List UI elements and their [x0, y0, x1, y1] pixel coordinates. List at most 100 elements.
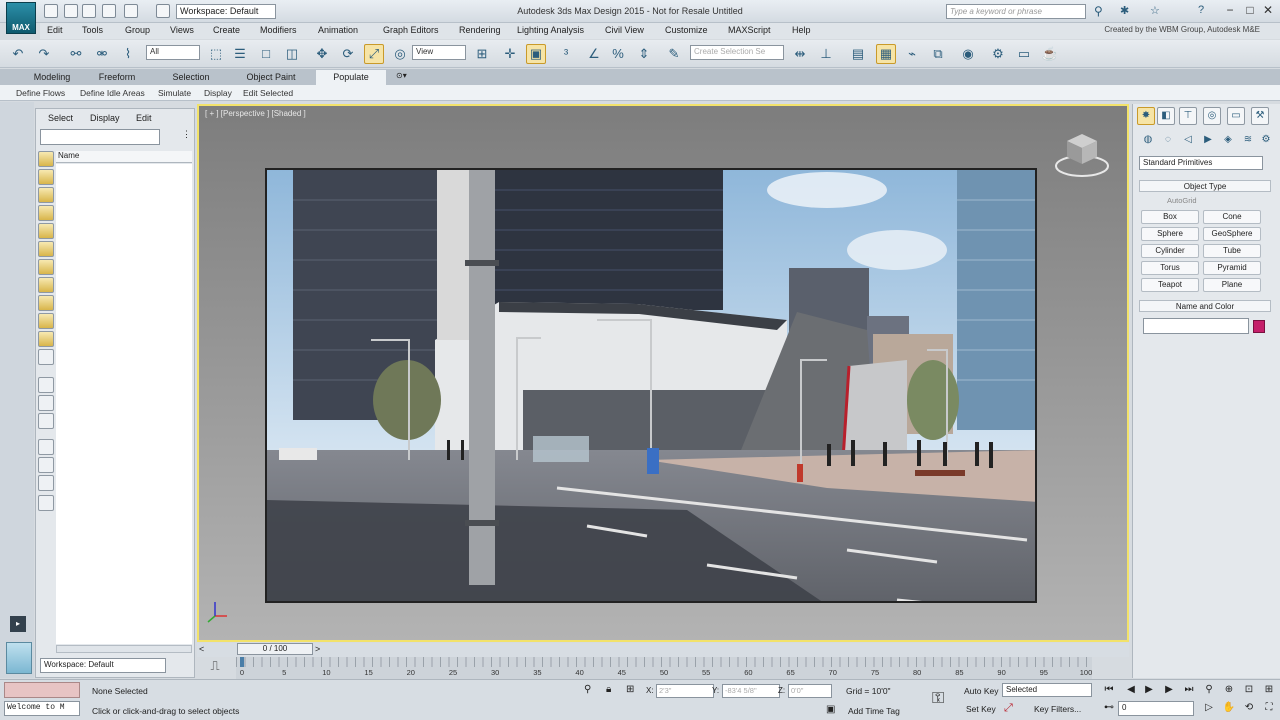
cone-button[interactable]: Cone [1203, 210, 1261, 224]
add-time-tag[interactable]: Add Time Tag [848, 706, 900, 716]
edit-named-selection-icon[interactable]: ✎ [664, 44, 684, 64]
sphere-button[interactable]: Sphere [1141, 227, 1199, 241]
named-selection-dropdown[interactable]: Create Selection Se [690, 45, 784, 60]
rotate-icon[interactable]: ⟳ [338, 44, 358, 64]
scene-explorer-workspace-dropdown[interactable]: Workspace: Default [40, 658, 166, 673]
percent-snap-icon[interactable]: % [608, 44, 628, 64]
key-mode-toggle-icon[interactable]: ⊷ [1104, 702, 1114, 713]
filter-icon[interactable] [38, 439, 54, 455]
scene-explorer-search-input[interactable] [40, 129, 160, 145]
tab-populate[interactable]: Populate [316, 70, 386, 85]
systems-icon[interactable]: ⚙ [1259, 133, 1273, 147]
display-space-warps-icon[interactable] [38, 259, 54, 275]
scene-explorer-scrollbar[interactable] [56, 645, 192, 653]
snaps-toggle-icon[interactable]: ³ [556, 44, 576, 64]
select-by-name-icon[interactable]: ☰ [230, 44, 250, 64]
perspective-viewport[interactable]: [ + ] [Perspective ] [Shaded ] [197, 104, 1129, 642]
maxscript-listener-input[interactable]: Welcome to M [4, 701, 80, 716]
space-warps-icon[interactable]: ≋ [1241, 133, 1255, 147]
select-invert-icon[interactable] [38, 413, 54, 429]
display-tab-icon[interactable]: ▭ [1227, 107, 1245, 125]
primitive-type-dropdown[interactable]: Standard Primitives [1139, 156, 1263, 170]
display-groups-icon[interactable] [38, 277, 54, 293]
edit-selected-panel[interactable]: Edit Selected [243, 88, 293, 98]
autogrid-checkbox[interactable]: AutoGrid [1167, 196, 1197, 205]
helpers-icon[interactable]: ◈ [1221, 133, 1235, 147]
menu-civil-view[interactable]: Civil View [605, 25, 644, 35]
zoom-extents-all-icon[interactable]: ⊞ [1262, 684, 1276, 698]
menu-customize[interactable]: Customize [665, 25, 708, 35]
key-icon[interactable]: ⚿ [932, 690, 944, 708]
render-setup-icon[interactable]: ⚙ [988, 44, 1008, 64]
menu-edit[interactable]: Edit [47, 25, 63, 35]
align-icon[interactable]: ⊥ [816, 44, 836, 64]
selection-filter-dropdown[interactable]: All [146, 45, 200, 60]
ribbon-options-icon[interactable]: ⊙▾ [396, 71, 407, 80]
hierarchy-icon[interactable] [38, 475, 54, 491]
favorites-icon[interactable]: ☆ [1150, 4, 1160, 17]
go-to-end-icon[interactable]: ⏭ [1182, 684, 1196, 698]
set-key-filter-icon[interactable]: ⤢ [1004, 702, 1013, 715]
define-idle-areas-panel[interactable]: Define Idle Areas [80, 88, 145, 98]
curve-editor-icon[interactable]: ⌁ [902, 44, 922, 64]
viewcube-icon[interactable] [1053, 130, 1111, 180]
select-none-icon[interactable] [38, 395, 54, 411]
play-icon[interactable]: ▶ [1142, 684, 1156, 698]
tab-freeform[interactable]: Freeform [78, 70, 156, 85]
scale-icon[interactable]: ⤢ [364, 44, 384, 64]
scene-explorer-edit-menu[interactable]: Edit [136, 113, 152, 123]
maxscript-listener-output[interactable] [4, 682, 80, 698]
menu-group[interactable]: Group [125, 25, 150, 35]
display-cameras-icon[interactable] [38, 223, 54, 239]
next-frame-icon[interactable]: ▶ [1162, 684, 1176, 698]
object-name-input[interactable] [1143, 318, 1249, 334]
menu-graph-editors[interactable]: Graph Editors [383, 25, 439, 35]
menu-animation[interactable]: Animation [318, 25, 358, 35]
absolute-mode-icon[interactable]: ⊞ [626, 684, 634, 695]
lights-icon[interactable]: ◁ [1181, 133, 1195, 147]
undo-icon[interactable]: ↶ [8, 44, 28, 64]
application-button[interactable]: MAX [6, 2, 36, 34]
key-filters-button[interactable]: Key Filters... [1034, 704, 1081, 714]
rectangular-selection-icon[interactable]: □ [256, 44, 276, 64]
go-to-start-icon[interactable]: ⏮ [1102, 684, 1116, 698]
display-lights-icon[interactable] [38, 205, 54, 221]
tube-button[interactable]: Tube [1203, 244, 1261, 258]
geometry-icon[interactable]: ◍ [1141, 133, 1155, 147]
y-coordinate-field[interactable]: -83'4 5/8" [722, 684, 780, 698]
track-bar[interactable]: 0 5 10 15 20 25 30 35 40 45 50 55 60 65 70 75 80 85 90 95 10… [236, 657, 1092, 679]
window-crossing-icon[interactable]: ◫ [282, 44, 302, 64]
display-geometry-icon[interactable] [38, 169, 54, 185]
communication-center-icon[interactable]: ✱ [1120, 4, 1129, 17]
minimize-button[interactable]: − [1220, 3, 1240, 19]
menu-views[interactable]: Views [170, 25, 194, 35]
angle-snap-icon[interactable]: ∠ [584, 44, 604, 64]
torus-button[interactable]: Torus [1141, 261, 1199, 275]
spinner-snap-icon[interactable]: ⇕ [634, 44, 654, 64]
menu-create[interactable]: Create [213, 25, 240, 35]
zoom-extents-icon[interactable]: ⊡ [1242, 684, 1256, 698]
graphite-toggle-icon[interactable]: ▦ [876, 44, 896, 64]
geosphere-button[interactable]: GeoSphere [1203, 227, 1261, 241]
bind-space-warp-icon[interactable]: ⌇ [118, 44, 138, 64]
select-object-icon[interactable]: ⬚ [206, 44, 226, 64]
find-icon[interactable] [38, 457, 54, 473]
slider-next-icon[interactable]: > [315, 644, 320, 654]
set-key-button[interactable]: Set Key [966, 704, 996, 714]
plane-button[interactable]: Plane [1203, 278, 1261, 292]
display-helpers-icon[interactable] [38, 241, 54, 257]
pivot-center-icon[interactable]: ⊞ [472, 44, 492, 64]
tab-object-paint[interactable]: Object Paint [228, 70, 314, 85]
define-flows-panel[interactable]: Define Flows [16, 88, 65, 98]
orbit-icon[interactable]: ⟲ [1242, 702, 1256, 716]
previous-frame-icon[interactable]: ◀ [1124, 684, 1138, 698]
object-type-rollout[interactable]: Object Type [1139, 180, 1271, 192]
zoom-all-icon[interactable]: ⊕ [1222, 684, 1236, 698]
search-input[interactable]: Type a keyword or phrase [946, 4, 1086, 19]
menu-help[interactable]: Help [792, 25, 811, 35]
cameras-icon[interactable]: ▶ [1201, 133, 1215, 147]
scene-explorer-name-column[interactable]: Name [56, 151, 192, 163]
schematic-view-icon[interactable]: ⧉ [928, 44, 948, 64]
select-manipulate-icon[interactable]: ✛ [500, 44, 520, 64]
teapot-button[interactable]: Teapot [1141, 278, 1199, 292]
